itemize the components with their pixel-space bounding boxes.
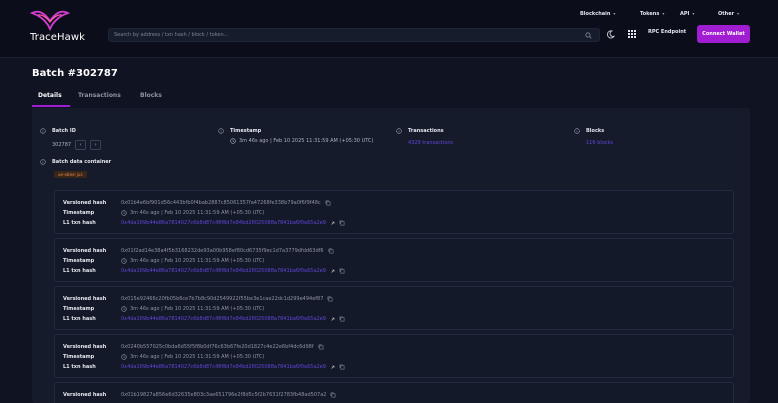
chevron-right-icon: › xyxy=(94,142,97,148)
blob-card: Versioned hash 0x01b19827a856e6d32635e803… xyxy=(54,382,734,403)
blocks-field: Blocks 116 blocks xyxy=(574,128,613,146)
timestamp-label: Timestamp xyxy=(63,306,95,312)
apps-grid-icon[interactable] xyxy=(627,29,637,39)
brand-name[interactable]: TraceHawk xyxy=(30,32,85,43)
copy-icon[interactable] xyxy=(339,364,345,370)
l1-txn-hash-label: L1 txn hash xyxy=(63,364,96,370)
copy-icon[interactable] xyxy=(339,316,345,322)
tab-blocks[interactable]: Blocks xyxy=(140,92,162,99)
blob-card: Versioned hash 0x01b4e6bf901d56c443bfb0f4… xyxy=(54,190,734,234)
batch-data-container-label: Batch data container xyxy=(52,159,112,165)
versioned-hash-value: 0x0240b557025c0bda6d55f5f8b0df76c63b67fe… xyxy=(121,344,324,350)
blob-timestamp-value: 3m 46s ago | Feb 10 2025 11:31:59 AM (+0… xyxy=(121,258,264,264)
clock-icon xyxy=(121,354,127,360)
versioned-hash-label: Versioned hash xyxy=(63,344,107,350)
info-icon[interactable] xyxy=(218,128,224,134)
l1-txn-hash-label: L1 txn hash xyxy=(63,220,96,226)
batch-id-field: Batch ID 302787 ‹ › xyxy=(40,128,102,150)
timestamp-label: Timestamp xyxy=(63,210,95,216)
batch-id-label: Batch ID xyxy=(52,128,76,134)
page-title: Batch #302787 xyxy=(32,68,118,79)
external-link-icon[interactable] xyxy=(330,365,335,370)
blob-card: Versioned hash 0x0240b557025c0bda6d55f5f8… xyxy=(54,334,734,378)
info-icon[interactable] xyxy=(40,128,46,134)
chevron-down-icon: ▾ xyxy=(662,11,665,16)
top-header: TraceHawk Blockchain▾ Tokens▾ API▾ Other… xyxy=(0,0,778,58)
connect-wallet-button[interactable]: Connect Wallet xyxy=(697,25,750,43)
external-link-icon[interactable] xyxy=(330,269,335,274)
nav-api[interactable]: API ▾ xyxy=(680,11,694,17)
info-icon[interactable] xyxy=(574,128,580,134)
blob-card: Versioned hash 0x01f2ad14e38a4f5b3168232d… xyxy=(54,238,734,282)
next-batch-button[interactable]: › xyxy=(90,140,102,150)
versioned-hash-label: Versioned hash xyxy=(63,296,107,302)
timestamp-value: 3m 46s ago | Feb 10 2025 11:31:59 AM (+0… xyxy=(239,138,374,144)
nav-tokens[interactable]: Tokens ▾ xyxy=(640,11,664,17)
chevron-down-icon: ▾ xyxy=(692,11,695,16)
blocks-count-link[interactable]: 116 blocks xyxy=(586,140,613,146)
copy-icon[interactable] xyxy=(325,200,331,206)
clock-icon xyxy=(121,306,127,312)
l1-txn-hash-link[interactable]: 0x4da169b44e86a7814027c6b8d87c48f8d7e84b… xyxy=(121,364,345,370)
versioned-hash-label: Versioned hash xyxy=(63,200,107,206)
search-input[interactable] xyxy=(114,29,574,41)
versioned-hash-label: Versioned hash xyxy=(63,392,107,398)
batch-data-container-field: Batch data container xyxy=(40,159,111,165)
batch-id-value: 302787 xyxy=(52,142,72,148)
timestamp-label: Timestamp xyxy=(63,258,95,264)
external-link-icon[interactable] xyxy=(330,317,335,322)
copy-icon[interactable] xyxy=(318,344,324,350)
copy-icon[interactable] xyxy=(327,296,333,302)
chevron-left-icon: ‹ xyxy=(79,142,82,148)
blob-card: Versioned hash 0x015e92466c20fb05b6ce7b7b… xyxy=(54,286,734,330)
tab-transactions[interactable]: Transactions xyxy=(78,92,121,99)
blob-timestamp-value: 3m 46s ago | Feb 10 2025 11:31:59 AM (+0… xyxy=(121,306,264,312)
chevron-down-icon: ▾ xyxy=(613,11,616,16)
l1-txn-hash-link[interactable]: 0x4da169b44e86a7814027c6b8d87c48f8d7e84b… xyxy=(121,220,345,226)
clock-icon xyxy=(121,258,127,264)
timestamp-label: Timestamp xyxy=(63,354,95,360)
blocks-label: Blocks xyxy=(586,128,605,134)
l1-txn-hash-link[interactable]: 0x4da169b44e86a7814027c6b8d87c48f8d7e84b… xyxy=(121,268,345,274)
container-type-badge: ue-eblen jus xyxy=(54,171,87,178)
chevron-down-icon: ▾ xyxy=(737,11,740,16)
blob-timestamp-value: 3m 46s ago | Feb 10 2025 11:31:59 AM (+0… xyxy=(121,210,264,216)
versioned-hash-value: 0x01b4e6bf901d56c443bfb0f4bab2887c850613… xyxy=(121,200,331,206)
clock-icon xyxy=(230,138,236,144)
rpc-endpoint-button[interactable]: RPC Endpoint xyxy=(648,29,686,35)
copy-icon[interactable] xyxy=(339,220,345,226)
transactions-count-link[interactable]: 4329 transactions xyxy=(408,140,453,146)
nav-other[interactable]: Other ▾ xyxy=(718,11,739,17)
search-bar[interactable] xyxy=(108,28,600,42)
active-tab-indicator xyxy=(32,105,70,107)
l1-txn-hash-label: L1 txn hash xyxy=(63,268,96,274)
moon-icon[interactable] xyxy=(606,30,615,39)
tracehawk-logo-icon[interactable] xyxy=(30,9,70,31)
blob-timestamp-value: 3m 46s ago | Feb 10 2025 11:31:59 AM (+0… xyxy=(121,354,264,360)
versioned-hash-value: 0x015e92466c20fb05b6ce7b7b8c90d2549922f5… xyxy=(121,296,333,302)
versioned-hash-value: 0x01b19827a856e6d32635e803c3ae651796e2f8… xyxy=(121,392,336,398)
versioned-hash-label: Versioned hash xyxy=(63,248,107,254)
clock-icon xyxy=(121,210,127,216)
tab-details[interactable]: Details xyxy=(38,92,62,99)
copy-icon[interactable] xyxy=(330,392,336,398)
copy-icon[interactable] xyxy=(328,248,334,254)
search-icon[interactable] xyxy=(585,32,592,39)
l1-txn-hash-link[interactable]: 0x4da169b44e86a7814027c6b8d87c48f8d7e84b… xyxy=(121,316,345,322)
info-icon[interactable] xyxy=(40,159,46,165)
transactions-field: Transactions 4329 transactions xyxy=(396,128,453,146)
l1-txn-hash-label: L1 txn hash xyxy=(63,316,96,322)
info-icon[interactable] xyxy=(396,128,402,134)
prev-batch-button[interactable]: ‹ xyxy=(75,140,87,150)
versioned-hash-value: 0x01f2ad14e38a4f5b3168232de93a00b958ef80… xyxy=(121,248,334,254)
timestamp-label: Timestamp xyxy=(230,128,262,134)
nav-blockchain[interactable]: Blockchain ▾ xyxy=(580,11,615,17)
transactions-label: Transactions xyxy=(408,128,444,134)
details-panel: Batch ID 302787 ‹ › Timestamp 3m 46s ago… xyxy=(32,108,750,403)
timestamp-field: Timestamp 3m 46s ago | Feb 10 2025 11:31… xyxy=(218,128,373,144)
copy-icon[interactable] xyxy=(339,268,345,274)
external-link-icon[interactable] xyxy=(330,221,335,226)
